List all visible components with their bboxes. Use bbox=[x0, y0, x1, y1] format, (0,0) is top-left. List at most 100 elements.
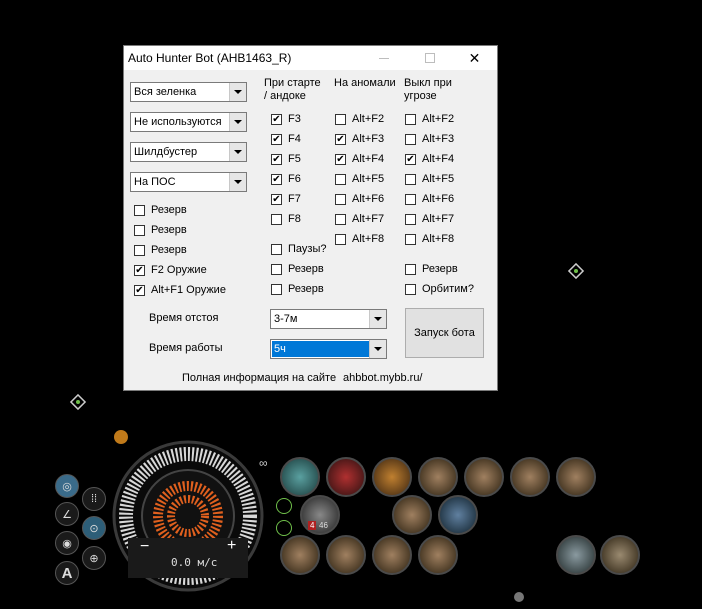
tank-select[interactable]: Шилдбустер bbox=[130, 142, 247, 162]
header-threat: Выкл при угрозе bbox=[404, 77, 452, 102]
checkbox[interactable] bbox=[271, 264, 282, 275]
checkmark-icon[interactable]: ✔ bbox=[405, 154, 416, 165]
salvage-module-icon[interactable] bbox=[326, 535, 366, 575]
anomaly-checkbox-label: Alt+F8 bbox=[352, 233, 385, 245]
footer-info: Полная информация на сайте bbox=[182, 372, 337, 384]
checkbox[interactable] bbox=[405, 234, 416, 245]
checkbox[interactable] bbox=[405, 284, 416, 295]
capacitor-readout: 46 bbox=[319, 521, 328, 530]
mode-select[interactable]: Вся зеленка bbox=[130, 82, 247, 102]
salvage-module-icon[interactable] bbox=[418, 535, 458, 575]
start-checkbox-label: F5 bbox=[288, 153, 301, 165]
checkmark-icon[interactable]: ✔ bbox=[271, 114, 282, 125]
overheat-counter: 4 bbox=[308, 521, 317, 530]
missile-module-icon[interactable] bbox=[556, 457, 596, 497]
maximize-button[interactable] bbox=[407, 46, 452, 70]
checkmark-icon[interactable]: ✔ bbox=[335, 134, 346, 145]
threat-extra-checkbox-label: Орбитим? bbox=[422, 283, 474, 295]
armor-module-icon[interactable] bbox=[372, 457, 412, 497]
checkbox[interactable] bbox=[335, 214, 346, 225]
checkmark-icon[interactable]: ✔ bbox=[134, 265, 145, 276]
propulsion-module-icon[interactable] bbox=[438, 495, 478, 535]
checkbox[interactable] bbox=[405, 174, 416, 185]
left-checkbox-label: Alt+F1 Оружие bbox=[151, 284, 226, 296]
checkmark-icon[interactable]: ✔ bbox=[271, 174, 282, 185]
module-status-icon[interactable] bbox=[276, 498, 292, 514]
tactical-button[interactable]: ∠ bbox=[55, 502, 79, 526]
checkbox[interactable] bbox=[405, 194, 416, 205]
shield-module-icon[interactable] bbox=[280, 457, 320, 497]
scanner-icon: ◉ bbox=[62, 537, 72, 550]
bracket-marker-icon[interactable] bbox=[566, 261, 586, 281]
module-status-icon[interactable] bbox=[276, 520, 292, 536]
drone-module-icon[interactable] bbox=[392, 495, 432, 535]
hardener-module-icon[interactable] bbox=[556, 535, 596, 575]
anomaly-checkbox-label: Alt+F3 bbox=[352, 133, 385, 145]
bracket-marker-icon[interactable] bbox=[67, 391, 89, 413]
chevron-down-icon bbox=[229, 83, 246, 101]
window-title: Auto Hunter Bot (AHB1463_R) bbox=[128, 51, 292, 65]
camera-button[interactable]: ◎ bbox=[55, 474, 79, 498]
checkbox[interactable] bbox=[134, 245, 145, 256]
checkbox[interactable] bbox=[271, 284, 282, 295]
checkmark-icon[interactable]: ✔ bbox=[271, 134, 282, 145]
anomaly-checkbox-label: Alt+F4 bbox=[352, 153, 385, 165]
speed-readout: 0.0 м/с bbox=[171, 556, 218, 569]
options-icon[interactable] bbox=[514, 592, 524, 602]
footer-link[interactable]: ahbbot.mybb.ru/ bbox=[343, 372, 423, 384]
camera-icon: ◎ bbox=[62, 480, 72, 493]
idle-time-select[interactable]: 3-7м bbox=[270, 309, 387, 329]
chevron-down-icon bbox=[369, 310, 386, 328]
checkmark-icon[interactable]: ✔ bbox=[271, 194, 282, 205]
checkbox[interactable] bbox=[134, 205, 145, 216]
missile-module-icon[interactable] bbox=[418, 457, 458, 497]
retreat-select[interactable]: На ПОС bbox=[130, 172, 247, 192]
checkbox[interactable] bbox=[405, 214, 416, 225]
speed-increase-button[interactable]: + bbox=[227, 537, 236, 555]
orbit-button[interactable]: ⊙ bbox=[82, 516, 106, 540]
threat-checkbox-label: Alt+F7 bbox=[422, 213, 455, 225]
checkbox[interactable] bbox=[134, 225, 145, 236]
grid-icon: ⁞⁞ bbox=[90, 493, 98, 505]
usage-select[interactable]: Не используются bbox=[130, 112, 247, 132]
ship-status-gauge bbox=[108, 436, 268, 596]
checkbox[interactable] bbox=[335, 234, 346, 245]
checkmark-icon[interactable]: ✔ bbox=[335, 154, 346, 165]
fleet-button[interactable]: ⁞⁞ bbox=[82, 487, 106, 511]
threat-checkbox-label: Alt+F3 bbox=[422, 133, 455, 145]
missile-module-icon[interactable] bbox=[510, 457, 550, 497]
autopilot-button[interactable]: A bbox=[55, 561, 79, 585]
work-time-select[interactable]: 5ч bbox=[270, 339, 387, 359]
header-start: При старте / андоке bbox=[264, 77, 321, 102]
damage-module-icon[interactable] bbox=[326, 457, 366, 497]
start-extra-checkbox-label: Резерв bbox=[288, 263, 324, 275]
header-anomaly: На аномали bbox=[334, 77, 396, 89]
missile-module-icon[interactable] bbox=[464, 457, 504, 497]
checkbox[interactable] bbox=[271, 244, 282, 255]
threat-checkbox-label: Alt+F8 bbox=[422, 233, 455, 245]
zoom-button[interactable]: ⊕ bbox=[82, 546, 106, 570]
start-bot-button[interactable]: Запуск бота bbox=[405, 308, 484, 358]
salvage-module-icon[interactable] bbox=[372, 535, 412, 575]
start-checkbox-label: F8 bbox=[288, 213, 301, 225]
speed-decrease-button[interactable]: − bbox=[140, 538, 149, 556]
repair-module-icon[interactable] bbox=[600, 535, 640, 575]
checkbox[interactable] bbox=[271, 214, 282, 225]
checkbox[interactable] bbox=[405, 134, 416, 145]
threat-checkbox-label: Alt+F2 bbox=[422, 113, 455, 125]
close-button[interactable]: ✕ bbox=[452, 46, 497, 70]
link-icon[interactable]: ∞ bbox=[259, 456, 268, 470]
checkbox[interactable] bbox=[405, 114, 416, 125]
salvage-module-icon[interactable] bbox=[280, 535, 320, 575]
minimize-button[interactable] bbox=[361, 46, 406, 70]
checkbox[interactable] bbox=[335, 174, 346, 185]
title-bar: Auto Hunter Bot (AHB1463_R) ✕ bbox=[124, 46, 497, 70]
checkbox[interactable] bbox=[335, 114, 346, 125]
checkmark-icon[interactable]: ✔ bbox=[134, 285, 145, 296]
checkbox[interactable] bbox=[405, 264, 416, 275]
scanner-button[interactable]: ◉ bbox=[55, 531, 79, 555]
checkbox[interactable] bbox=[335, 194, 346, 205]
left-checkbox-label: F2 Оружие bbox=[151, 264, 207, 276]
left-checkbox-label: Резерв bbox=[151, 204, 187, 216]
checkmark-icon[interactable]: ✔ bbox=[271, 154, 282, 165]
